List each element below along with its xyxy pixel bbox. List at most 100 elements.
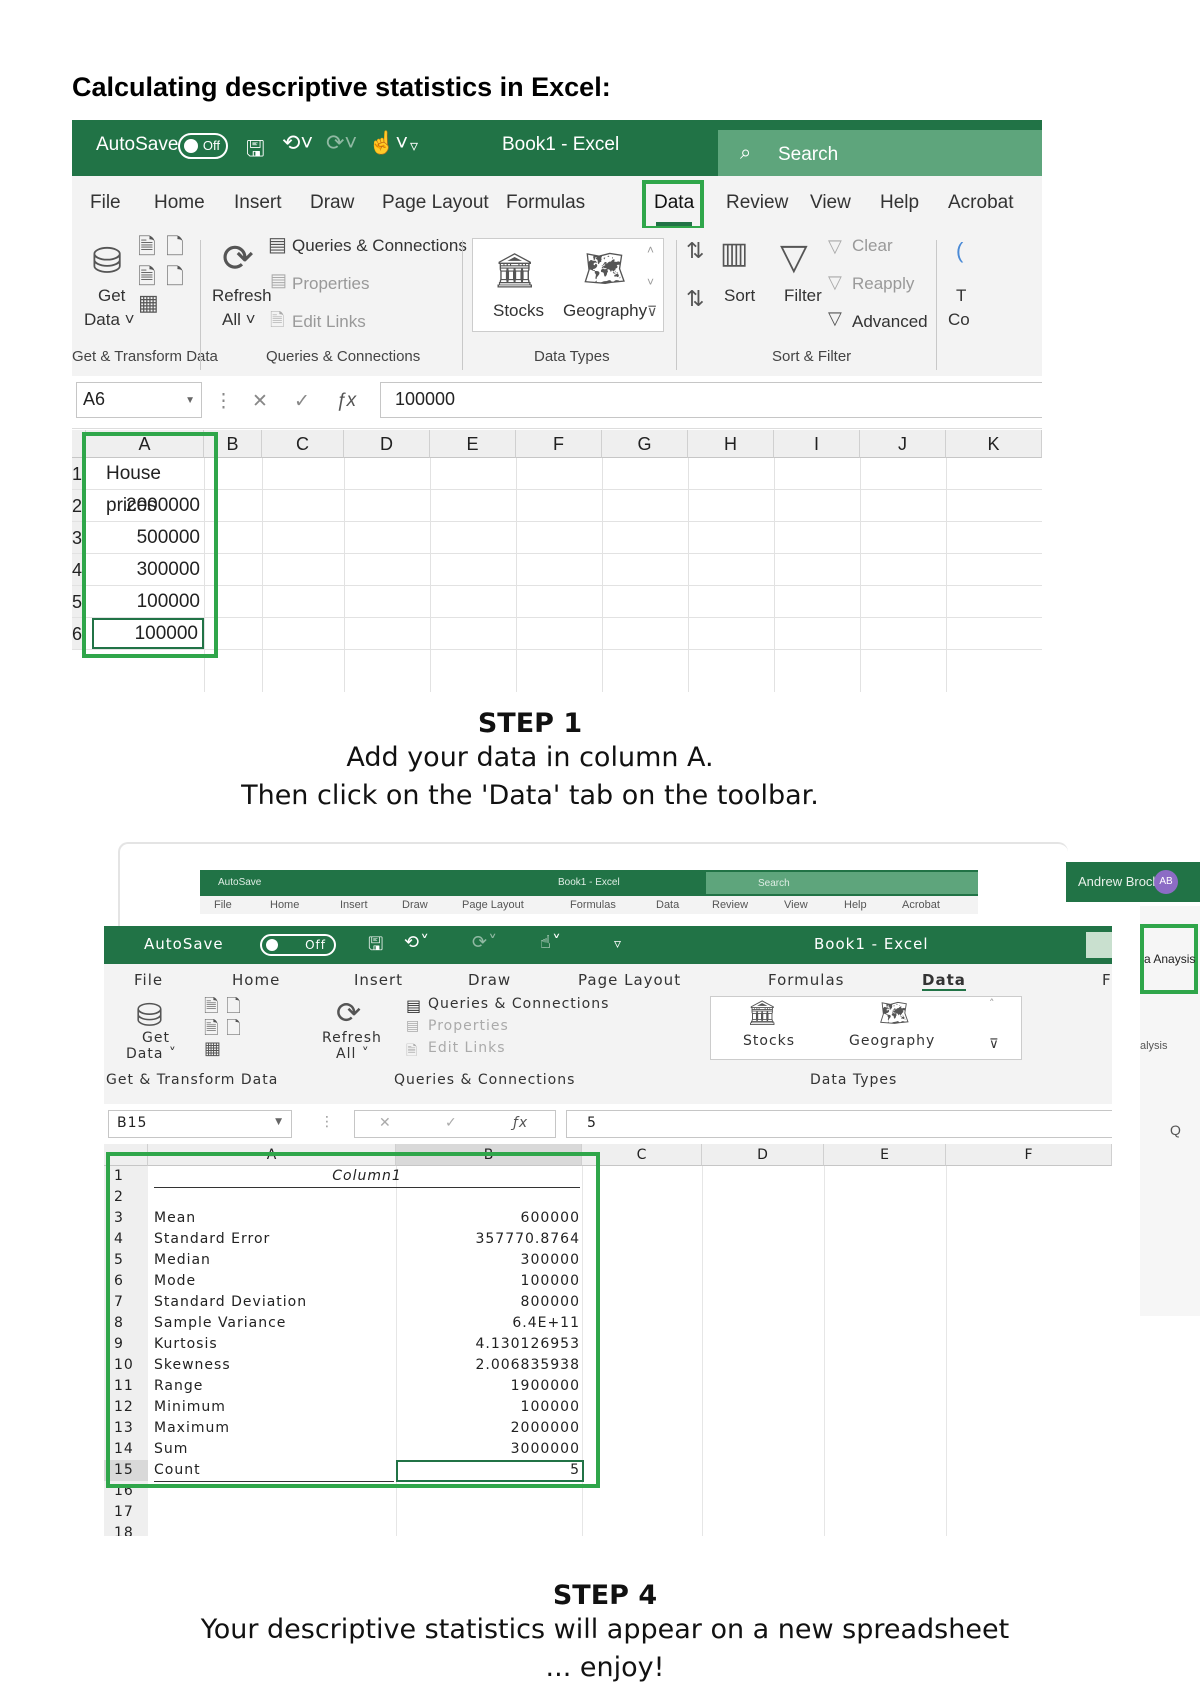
enter-icon[interactable]: ✓ [445, 1115, 458, 1131]
column-header-c[interactable]: C [262, 430, 344, 458]
bg-tab-insert[interactable]: Insert [340, 899, 368, 911]
advanced-button[interactable]: Advanced [852, 312, 928, 332]
sort-a-z-icon[interactable]: ⇅ [686, 238, 704, 264]
tab-page-layout[interactable]: Page Layout [382, 192, 489, 214]
touch-mode-icon[interactable]: ☝˅ [540, 932, 562, 953]
geography-button[interactable]: Geography [849, 1033, 935, 1049]
tab-acrobat[interactable]: Acrobat [948, 192, 1013, 214]
edit-links-button[interactable]: Edit Links [428, 1040, 506, 1056]
queries-connections-button[interactable]: Queries & Connections [292, 236, 467, 256]
get-data-dropdown[interactable]: Data ˅ [84, 310, 135, 330]
undo-icon[interactable]: ⟲˅ [282, 130, 313, 156]
column-header-d[interactable]: D [344, 430, 430, 458]
column-header-i[interactable]: I [774, 430, 860, 458]
gallery-scroll-up-icon[interactable]: ˄ [989, 997, 996, 1010]
sort-button[interactable]: Sort [724, 286, 755, 306]
tab-review[interactable]: Review [726, 192, 788, 214]
get-data-button[interactable]: Get [142, 1030, 170, 1046]
geography-button[interactable]: Geography [563, 301, 647, 321]
chevron-down-icon[interactable]: ▼ [275, 1117, 283, 1127]
chevron-down-icon[interactable]: ▼ [185, 395, 195, 406]
avatar[interactable]: AB [1154, 870, 1178, 894]
gallery-more-icon[interactable]: ⊽ [989, 1037, 1000, 1052]
enter-icon[interactable]: ✓ [294, 390, 310, 413]
search-box[interactable]: ⌕ Search [718, 130, 1042, 176]
tab-insert[interactable]: Insert [234, 192, 282, 214]
gallery-scroll-down-icon[interactable]: ˅ [647, 275, 654, 289]
reapply-button[interactable]: Reapply [852, 274, 914, 294]
refresh-all-dropdown[interactable]: All ˅ [336, 1046, 370, 1062]
stocks-button[interactable]: Stocks [493, 301, 544, 321]
refresh-all-dropdown[interactable]: All ˅ [222, 310, 256, 330]
get-data-dropdown[interactable]: Data ˅ [126, 1046, 177, 1062]
formula-input[interactable]: 5 [566, 1110, 1112, 1138]
search-box[interactable] [1086, 932, 1112, 958]
bg-tab-file[interactable]: File [214, 899, 232, 911]
column-header-k[interactable]: K [946, 430, 1042, 458]
column-header-e[interactable]: E [430, 430, 516, 458]
text-to-columns-icon[interactable]: ( [956, 238, 963, 264]
customize-qat-icon[interactable]: ▿ [614, 936, 622, 952]
bg-tab-home[interactable]: Home [270, 899, 299, 911]
column-header-f[interactable]: F [516, 430, 602, 458]
bg-tab-formulas[interactable]: Formulas [570, 899, 616, 911]
filter-button[interactable]: Filter [784, 286, 822, 306]
tab-file[interactable]: File [90, 192, 121, 214]
refresh-all-button[interactable]: Refresh [322, 1030, 382, 1046]
stocks-button[interactable]: Stocks [743, 1033, 795, 1049]
column-header-j[interactable]: J [860, 430, 946, 458]
refresh-all-button[interactable]: Refresh [212, 286, 272, 306]
tab-home[interactable]: Home [154, 192, 205, 214]
gallery-scroll-up-icon[interactable]: ˄ [647, 243, 654, 257]
name-box[interactable]: B15 ▼ [108, 1110, 292, 1138]
column-header-g[interactable]: G [602, 430, 688, 458]
touch-mode-icon[interactable]: ☝˅ [368, 130, 408, 156]
autosave-toggle[interactable]: Off [178, 133, 228, 159]
tab-formulas[interactable]: Formulas [768, 971, 844, 989]
cancel-icon[interactable]: ✕ [252, 390, 268, 413]
name-box[interactable]: A6 ▼ [76, 382, 202, 418]
tab-formulas[interactable]: Formulas [506, 192, 585, 214]
save-icon[interactable]: 🖫 [368, 932, 384, 962]
sort-z-a-icon[interactable]: ⇅ [686, 286, 704, 312]
edit-links-button[interactable]: Edit Links [292, 312, 366, 332]
tab-insert[interactable]: Insert [354, 971, 403, 989]
redo-icon[interactable]: ⟳˅ [472, 932, 498, 953]
row-number[interactable]: 17 [104, 1502, 148, 1523]
gallery-more-icon[interactable]: ⊽ [647, 303, 657, 320]
insert-function-icon[interactable]: ƒx [513, 1115, 528, 1131]
tab-file[interactable]: File [134, 971, 163, 989]
autosave-toggle[interactable]: Off [260, 934, 336, 956]
column-header-h[interactable]: H [688, 430, 774, 458]
column-header-q[interactable]: Q [1170, 1122, 1181, 1138]
bg-tab-page-layout[interactable]: Page Layout [462, 899, 524, 911]
tab-truncated[interactable]: F [1102, 971, 1112, 989]
bg-tab-draw[interactable]: Draw [402, 899, 428, 911]
user-name[interactable]: Andrew Brock [1078, 874, 1159, 889]
clear-button[interactable]: Clear [852, 236, 893, 256]
tab-home[interactable]: Home [232, 971, 280, 989]
bg-tab-view[interactable]: View [784, 899, 808, 911]
tab-data[interactable]: Data [922, 971, 966, 991]
column-header-d[interactable]: D [702, 1144, 824, 1166]
tab-draw[interactable]: Draw [468, 971, 511, 989]
existing-connections-icon[interactable]: 🗋 [166, 260, 184, 298]
column-header-f[interactable]: F [946, 1144, 1112, 1166]
column-header-e[interactable]: E [824, 1144, 946, 1166]
redo-icon[interactable]: ⟳˅ [326, 130, 357, 156]
bg-tab-help[interactable]: Help [844, 899, 867, 911]
from-table-icon[interactable]: ▦ [138, 290, 159, 316]
bg-search-box[interactable]: Search [706, 872, 978, 894]
tab-page-layout[interactable]: Page Layout [578, 971, 681, 989]
undo-icon[interactable]: ⟲˅ [404, 932, 430, 953]
properties-button[interactable]: Properties [428, 1018, 509, 1034]
tab-help[interactable]: Help [880, 192, 919, 214]
tab-view[interactable]: View [810, 192, 851, 214]
bg-tab-data[interactable]: Data [656, 899, 679, 911]
row-number[interactable]: 18 [104, 1523, 148, 1536]
cancel-icon[interactable]: ✕ [379, 1115, 392, 1131]
from-table-icon[interactable]: ▦ [204, 1038, 222, 1059]
column-header-c[interactable]: C [582, 1144, 702, 1166]
customize-qat-icon[interactable]: ▿ [410, 136, 418, 156]
save-icon[interactable]: 🖫 [246, 132, 265, 170]
